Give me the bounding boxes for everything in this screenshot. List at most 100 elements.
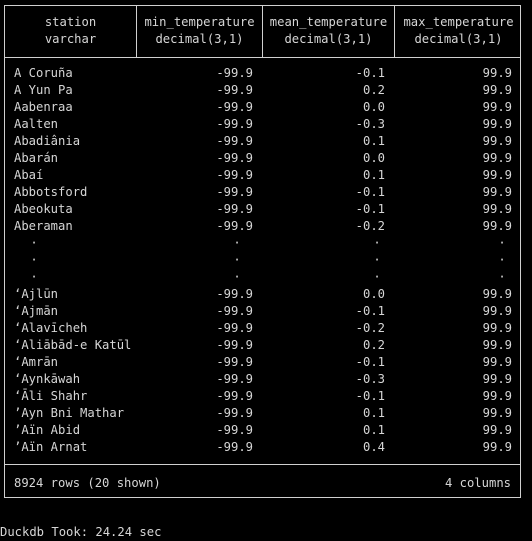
mean-cell: 0.2 (362, 83, 385, 97)
column-count-info: 4 columns (444, 476, 511, 490)
max-cell: 99.9 (482, 202, 512, 216)
max-cell: 99.9 (482, 134, 512, 148)
min-cell: -99.9 (216, 202, 253, 216)
max-cell: 99.9 (482, 338, 512, 352)
station-cell: ʻAjmān (14, 304, 59, 318)
header-type: decimal(3,1) (155, 32, 244, 46)
ellipsis-dot: · (233, 236, 241, 250)
max-cell: 99.9 (482, 168, 512, 182)
header-type: varchar (44, 32, 97, 46)
ellipsis-dot: · (373, 253, 381, 267)
ellipsis-dot: · (233, 253, 241, 267)
max-cell: 99.9 (482, 355, 512, 369)
header-name: station (44, 15, 97, 29)
min-cell: -99.9 (216, 440, 253, 454)
min-cell: -99.9 (216, 83, 253, 97)
table-body: A Coruña -99.9 -0.1 99.9 A Yun Pa -99.9 0.2 99… (5, 65, 520, 456)
ellipsis-dot: · (30, 236, 38, 250)
table-row: ’Aïn Abid -99.9 0.1 99.9 (5, 422, 520, 439)
ellipsis-dot: · (30, 270, 38, 284)
mean-cell: 0.4 (362, 440, 385, 454)
min-cell: -99.9 (216, 66, 253, 80)
min-cell: -99.9 (216, 321, 253, 335)
station-cell: A Yun Pa (14, 83, 73, 97)
header-name: min_temperature (144, 15, 255, 29)
max-cell: 99.9 (482, 389, 512, 403)
column-header-station: station varchar (5, 14, 136, 48)
header-name: mean_temperature (269, 15, 388, 29)
mean-cell: -0.2 (355, 219, 385, 233)
max-cell: 99.9 (482, 100, 512, 114)
min-cell: -99.9 (216, 185, 253, 199)
min-cell: -99.9 (216, 389, 253, 403)
station-cell: Abeokuta (14, 202, 73, 216)
table-row: Abbotsford -99.9 -0.1 99.9 (5, 184, 520, 201)
max-cell: 99.9 (482, 321, 512, 335)
station-cell: ʻAmrān (14, 355, 59, 369)
ellipsis-dot: · (30, 253, 38, 267)
result-table: station varchar min_temperature decimal(… (4, 5, 521, 498)
ellipsis-dot: · (233, 270, 241, 284)
min-cell: -99.9 (216, 134, 253, 148)
max-cell: 99.9 (482, 185, 512, 199)
max-cell: 99.9 (482, 304, 512, 318)
mean-cell: -0.3 (355, 117, 385, 131)
table-row: Abaí -99.9 0.1 99.9 (5, 167, 520, 184)
min-cell: -99.9 (216, 304, 253, 318)
table-row: ’Ayn Bni Mathar -99.9 0.1 99.9 (5, 405, 520, 422)
mean-cell: -0.1 (355, 389, 385, 403)
min-cell: -99.9 (216, 168, 253, 182)
mean-cell: -0.1 (355, 66, 385, 80)
table-row: ʻAjlūn -99.9 0.0 99.9 (5, 286, 520, 303)
max-cell: 99.9 (482, 372, 512, 386)
max-cell: 99.9 (482, 406, 512, 420)
table-row: Aalten -99.9 -0.3 99.9 (5, 116, 520, 133)
ellipsis-row: · · · · (5, 269, 520, 286)
station-cell: ’Ayn Bni Mathar (14, 406, 125, 420)
max-cell: 99.9 (482, 440, 512, 454)
max-cell: 99.9 (482, 219, 512, 233)
mean-cell: 0.1 (362, 134, 385, 148)
station-cell: Abarán (14, 151, 59, 165)
header-type: decimal(3,1) (284, 32, 373, 46)
station-cell: ’Aïn Abid (14, 423, 81, 437)
mean-cell: -0.3 (355, 372, 385, 386)
min-cell: -99.9 (216, 338, 253, 352)
min-cell: -99.9 (216, 287, 253, 301)
ellipsis-dot: · (498, 270, 506, 284)
mean-cell: -0.2 (355, 321, 385, 335)
mean-cell: 0.2 (362, 338, 385, 352)
mean-cell: 0.0 (362, 100, 385, 114)
station-cell: Aberaman (14, 219, 73, 233)
query-timing-text: Duckdb Took: 24.24 sec (0, 525, 162, 539)
station-cell: A Coruña (14, 66, 73, 80)
station-cell: ʻAynkāwah (14, 372, 81, 386)
max-cell: 99.9 (482, 423, 512, 437)
ellipsis-row: · · · · (5, 235, 520, 252)
table-row: A Coruña -99.9 -0.1 99.9 (5, 65, 520, 82)
footer-divider (5, 464, 520, 465)
min-cell: -99.9 (216, 117, 253, 131)
mean-cell: 0.0 (362, 287, 385, 301)
mean-cell: 0.1 (362, 406, 385, 420)
min-cell: -99.9 (216, 219, 253, 233)
ellipsis-dot: · (498, 236, 506, 250)
ellipsis-dot: · (373, 270, 381, 284)
column-header-mean: mean_temperature decimal(3,1) (263, 14, 394, 48)
row-count-info: 8924 rows (20 shown) (14, 476, 161, 490)
station-cell: ʻAjlūn (14, 287, 59, 301)
table-row: ʻAjmān -99.9 -0.1 99.9 (5, 303, 520, 320)
station-cell: ʻĀli Shahr (14, 389, 88, 403)
ellipsis-dot: · (373, 236, 381, 250)
header-type: decimal(3,1) (414, 32, 503, 46)
mean-cell: -0.1 (355, 304, 385, 318)
min-cell: -99.9 (216, 355, 253, 369)
table-row: ʻAynkāwah -99.9 -0.3 99.9 (5, 371, 520, 388)
column-header-min: min_temperature decimal(3,1) (137, 14, 262, 48)
mean-cell: -0.1 (355, 355, 385, 369)
min-cell: -99.9 (216, 151, 253, 165)
station-cell: Abaí (14, 168, 44, 182)
ellipsis-row: · · · · (5, 252, 520, 269)
station-cell: Aalten (14, 117, 59, 131)
mean-cell: -0.1 (355, 185, 385, 199)
